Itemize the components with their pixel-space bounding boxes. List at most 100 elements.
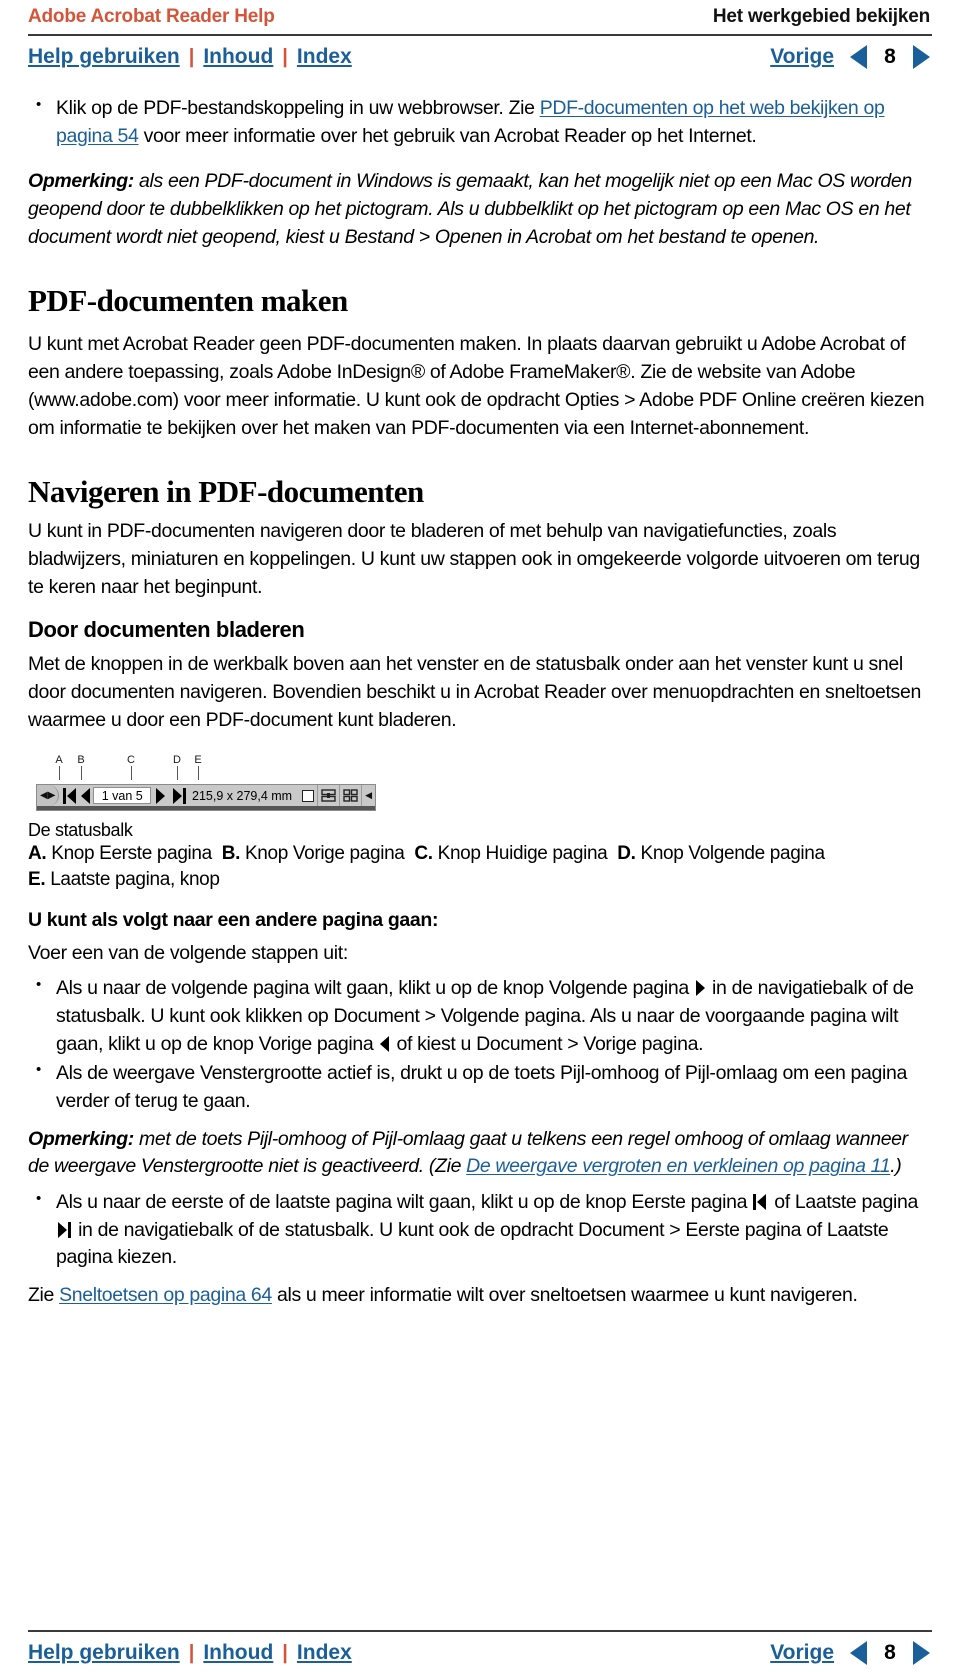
page-number: 8 (884, 45, 896, 68)
footer-nav-separator-2: | (282, 1642, 288, 1664)
howto-b2-text: Als de weergave Venstergrootte actief is… (56, 1062, 907, 1113)
page-footer: Help gebruiken | Inhoud | Index Vorige 8 (24, 1624, 936, 1665)
note2-text-2: .) (890, 1155, 902, 1178)
legend-a-text: Knop Eerste pagina (46, 843, 212, 865)
list-item: Klik op de PDF-bestandskoppeling in uw w… (28, 94, 932, 150)
brand-title: Adobe Acrobat Reader Help (28, 6, 275, 27)
legend-c-text: Knop Huidige pagina (432, 843, 608, 865)
note-label: Opmerking: (28, 170, 134, 193)
figure-legend: A. Knop Eerste pagina B. Knop Vorige pag… (28, 841, 932, 892)
callout-e-label: E (194, 754, 202, 767)
resize-handle-icon[interactable]: ◀ (361, 785, 375, 807)
howto-bullet-list-2: Als u naar de eerste of de laatste pagin… (28, 1188, 932, 1272)
callout-e: E (191, 754, 205, 781)
nav-previous-link[interactable]: Vorige (770, 45, 834, 69)
bottom-nav-pager: Vorige 8 (770, 1641, 930, 1665)
legend-e-text: Laatste pagina, knop (45, 868, 220, 890)
howto-b3-text-3: in de navigatiebalk of de statusbalk. U … (56, 1218, 889, 1269)
callout-a-label: A (55, 754, 63, 767)
legend-e-key: E. (28, 868, 46, 890)
note2-label: Opmerking: (28, 1127, 134, 1150)
top-nav-links: Help gebruiken | Inhoud | Index (28, 45, 352, 69)
howto-b1-text-3: of kiest u Document > Vorige pagina. (391, 1032, 704, 1055)
nav-separator-1: | (188, 46, 195, 68)
howto-b3-text-2: of Laatste pagina (769, 1191, 918, 1214)
callout-b: B (74, 754, 88, 781)
legend-b-text: Knop Vorige pagina (240, 843, 405, 865)
paragraph-navigeren: U kunt in PDF-documenten navigeren door … (28, 520, 920, 598)
triangle-right-icon[interactable] (913, 45, 930, 69)
acrobat-statusbar: ◀▶ 1 van 5 215,9 x 279,4 mm ◀ (36, 784, 376, 807)
previous-page-button-icon[interactable] (76, 785, 93, 806)
top-navbar: Help gebruiken | Inhoud | Index Vorige 8 (24, 36, 936, 69)
list-item: Als u naar de volgende pagina wilt gaan,… (28, 974, 932, 1058)
howto-b3-text-1: Als u naar de eerste of de laatste pagin… (56, 1191, 753, 1214)
first-page-icon (752, 1193, 769, 1211)
bottom-nav-links: Help gebruiken | Inhoud | Index (28, 1641, 352, 1665)
footer-nav-index-link[interactable]: Index (297, 1641, 352, 1665)
weergave-vergroten-link[interactable]: De weergave vergroten en verkleinen op p… (466, 1155, 890, 1177)
triangle-left-icon (79, 787, 91, 805)
heading-navigeren-in-pdf-documenten: Navigeren in PDF-documenten (28, 474, 424, 510)
footer-nav-separator-1: | (188, 1642, 195, 1664)
triangle-right-icon (154, 787, 166, 805)
navigation-pane-toggle-icon[interactable]: ◀▶ (37, 785, 60, 807)
nav-separator-2: | (282, 46, 288, 68)
list-item: Als u naar de eerste of de laatste pagin… (28, 1188, 932, 1272)
closing-paragraph: Zie Sneltoetsen op pagina 64 als u meer … (28, 1282, 932, 1310)
help-page: Adobe Acrobat Reader Help Het werkgebied… (0, 0, 960, 1673)
nav-help-link[interactable]: Help gebruiken (28, 45, 180, 69)
legend-a-key: A. (28, 843, 47, 865)
note-mac-os: Opmerking: als een PDF-document in Windo… (28, 168, 932, 251)
sneltoetsen-link[interactable]: Sneltoetsen op pagina 64 (59, 1284, 272, 1306)
intro-bullet-list: Klik op de PDF-bestandskoppeling in uw w… (28, 94, 932, 150)
page-header: Adobe Acrobat Reader Help Het werkgebied… (24, 0, 936, 28)
nav-contents-link[interactable]: Inhoud (203, 45, 273, 69)
footer-nav-previous-link[interactable]: Vorige (770, 1641, 834, 1665)
callout-b-label: B (77, 754, 85, 767)
triangle-left-icon[interactable] (850, 1641, 867, 1665)
figure-caption: De statusbalk (28, 820, 133, 841)
top-nav-pager: Vorige 8 (770, 45, 930, 69)
paragraph-bladeren: Met de knoppen in de werkbalk boven aan … (28, 653, 921, 731)
heading-door-documenten-bladeren: Door documenten bladeren (28, 617, 305, 643)
footer-page-number: 8 (884, 1641, 896, 1664)
legend-d-text: Knop Volgende pagina (635, 843, 825, 865)
nav-index-link[interactable]: Index (297, 45, 352, 69)
footer-nav-help-link[interactable]: Help gebruiken (28, 1641, 180, 1665)
last-page-icon (56, 1221, 73, 1238)
page-content: Klik op de PDF-bestandskoppeling in uw w… (24, 94, 936, 1310)
triangle-left-icon[interactable] (850, 45, 867, 69)
bottom-navbar: Help gebruiken | Inhoud | Index Vorige 8 (24, 1632, 936, 1665)
footer-nav-contents-link[interactable]: Inhoud (203, 1641, 273, 1665)
last-page-button-icon[interactable] (168, 785, 187, 806)
continuous-facing-mode-icon[interactable] (339, 785, 361, 807)
callout-c-label: C (127, 754, 135, 767)
list-item: Als de weergave Venstergrootte actief is… (28, 1059, 932, 1115)
page-size-icon[interactable] (299, 785, 317, 806)
closing-text-2: als u meer informatie wilt over sneltoet… (271, 1284, 858, 1307)
first-page-button-icon[interactable] (59, 785, 77, 806)
last-page-icon (171, 787, 187, 805)
callout-c: C (124, 754, 138, 781)
bullet1-text-2: voor meer informatie over het gebruik va… (138, 124, 757, 147)
current-page-field[interactable]: 1 van 5 (93, 787, 152, 805)
heading-pdf-documenten-maken: PDF-documenten maken (28, 283, 348, 319)
callout-d: D (170, 754, 184, 781)
legend-c-key: C. (414, 843, 433, 865)
single-page-mode-icon[interactable] (317, 785, 339, 807)
section-title: Het werkgebied bekijken (712, 6, 930, 27)
howto-b1-text-1: Als u naar de volgende pagina wilt gaan,… (56, 977, 694, 1000)
callout-d-label: D (173, 754, 181, 767)
next-page-button-icon[interactable] (151, 785, 168, 806)
legend-d-key: D. (617, 843, 636, 865)
bullet1-text-1: Klik op de PDF-bestandskoppeling in uw w… (56, 97, 540, 119)
closing-text-1: Zie (28, 1284, 60, 1307)
howto-intro: Voer een van de volgende stappen uit: (28, 941, 348, 964)
paragraph-pdf-documenten-maken: U kunt met Acrobat Reader geen PDF-docum… (28, 333, 925, 439)
note-text: als een PDF-document in Windows is gemaa… (28, 170, 912, 248)
page-dimensions-readout: 215,9 x 279,4 mm (192, 788, 293, 803)
howto-bullet-list: Als u naar de volgende pagina wilt gaan,… (28, 974, 932, 1115)
triangle-right-icon[interactable] (913, 1641, 930, 1665)
figure-callouts: A B C D E (36, 754, 376, 784)
